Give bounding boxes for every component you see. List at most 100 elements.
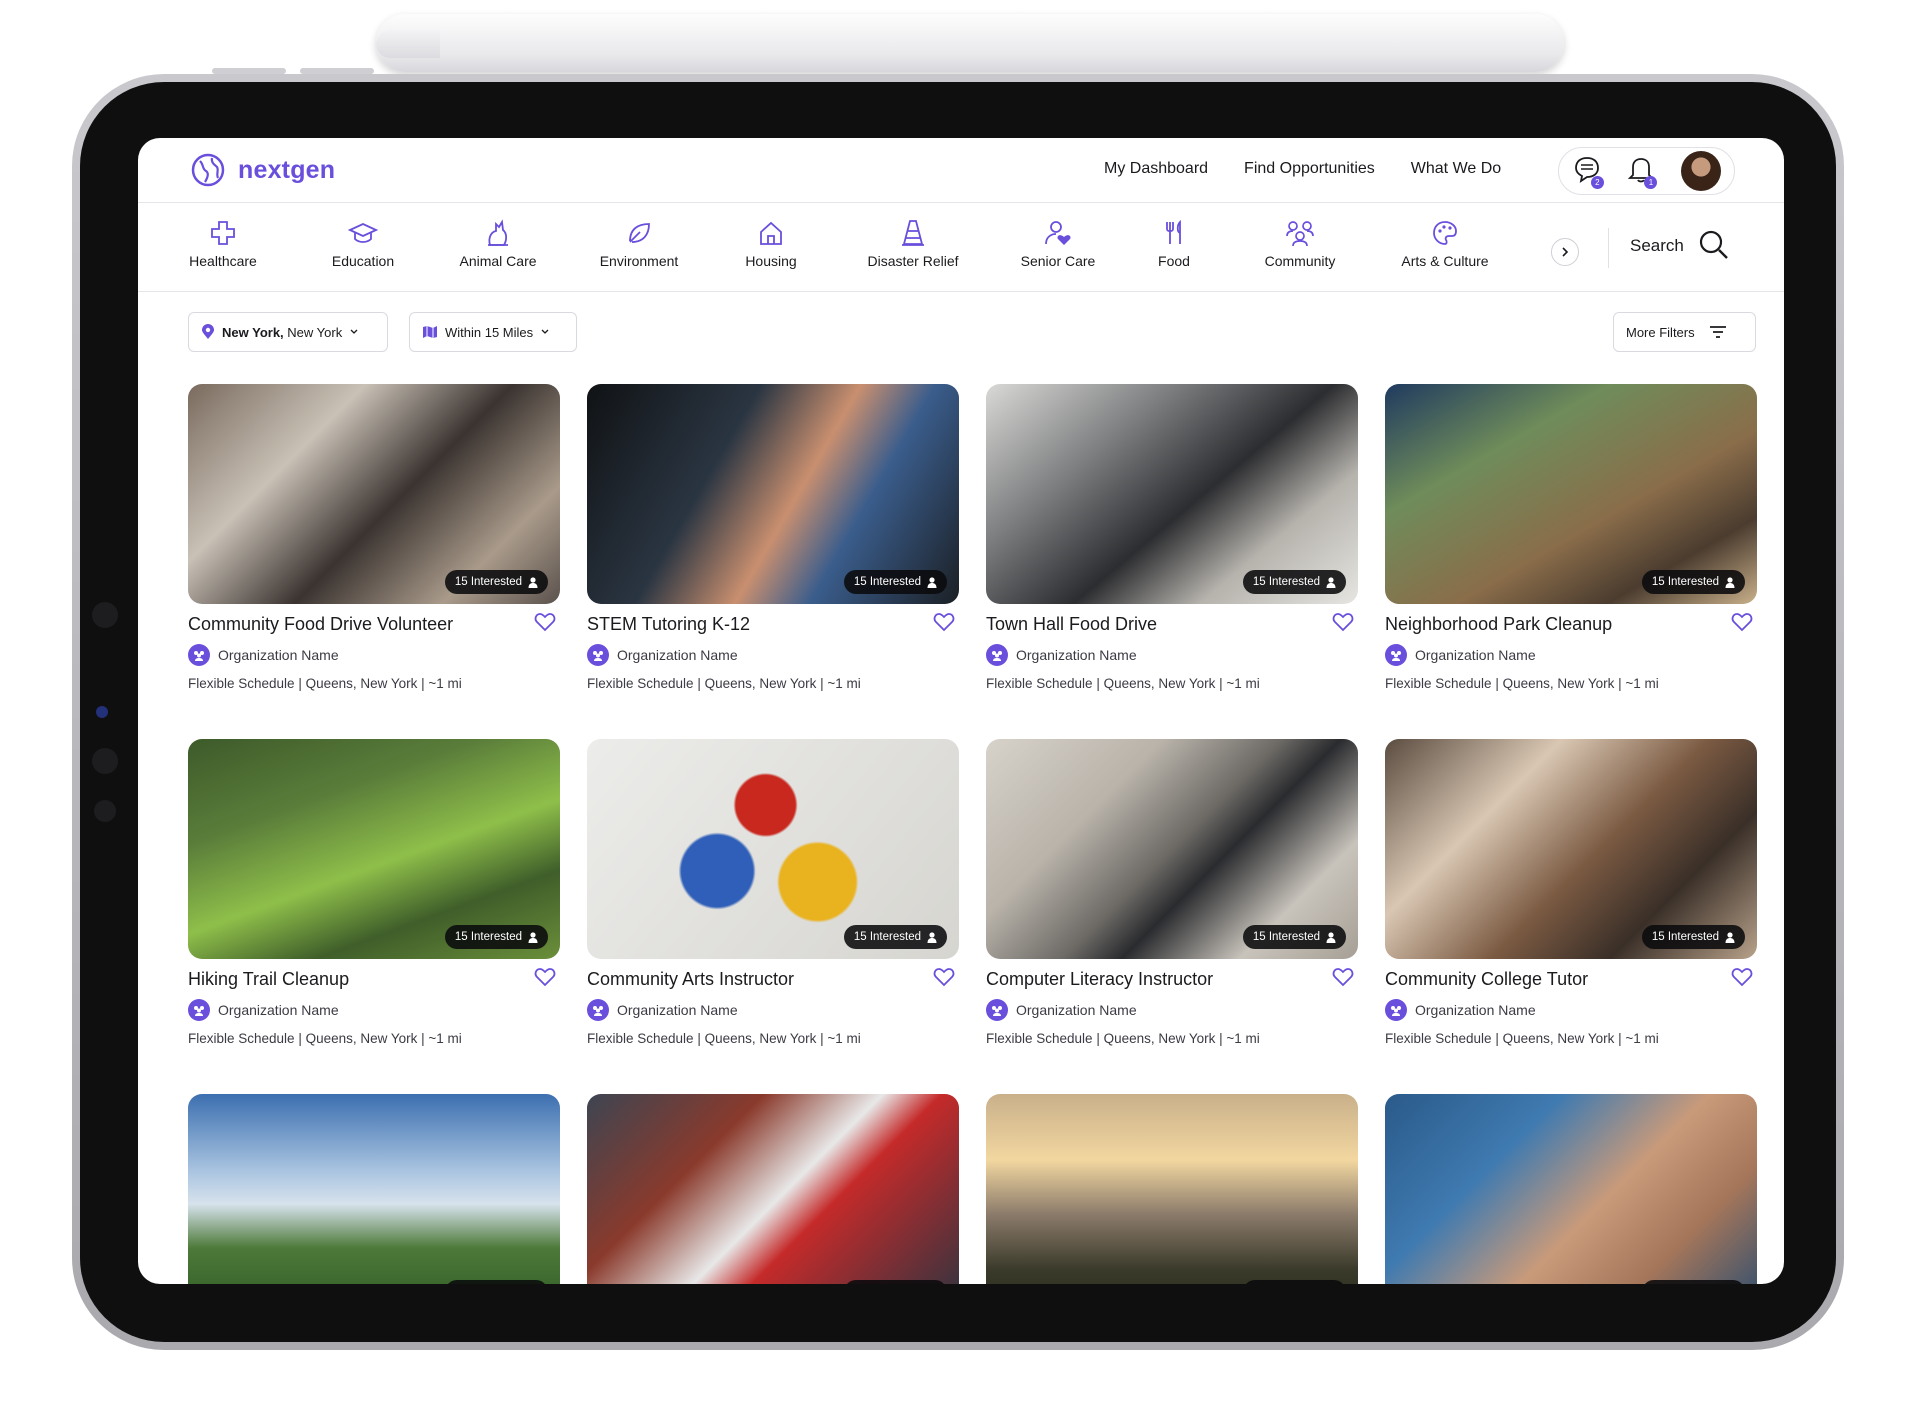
globe-logo-icon: [191, 153, 225, 187]
organization-name: Organization Name: [1415, 647, 1536, 663]
opportunity-photo[interactable]: 15 Interested: [986, 1094, 1358, 1284]
organization-row[interactable]: Organization Name: [1385, 999, 1757, 1021]
brand-logo[interactable]: nextgen: [190, 152, 335, 188]
category-label: Healthcare: [189, 253, 257, 269]
nav-my-dashboard[interactable]: My Dashboard: [1104, 160, 1208, 178]
opportunity-photo[interactable]: 15 Interested: [587, 384, 959, 604]
heart-favorite-icon[interactable]: [534, 967, 556, 987]
opportunity-card[interactable]: 15 Interested Community Food Drive Volun…: [188, 384, 560, 691]
opportunity-photo[interactable]: 15 Interested: [188, 1094, 560, 1284]
opportunity-photo[interactable]: 15 Interested: [986, 739, 1358, 959]
people-group-icon: [194, 651, 204, 661]
opportunity-title[interactable]: Computer Literacy Instructor: [986, 969, 1358, 991]
opportunity-details: Flexible Schedule | Queens, New York | ~…: [188, 1031, 462, 1046]
person-icon: [528, 576, 538, 588]
opportunity-card[interactable]: 15 Interested Town Hall Food Drive Organ…: [986, 384, 1358, 691]
user-avatar[interactable]: [1681, 151, 1722, 191]
people-group-icon: [992, 651, 1002, 661]
opportunity-title[interactable]: Community Arts Instructor: [587, 969, 959, 991]
opportunity-card[interactable]: 15 Interested: [986, 1094, 1358, 1284]
organization-row[interactable]: Organization Name: [986, 644, 1358, 666]
organization-row[interactable]: Organization Name: [188, 644, 560, 666]
people-group-icon: [992, 1006, 1002, 1016]
category-next-button[interactable]: [1551, 238, 1579, 266]
organization-name: Organization Name: [1016, 1002, 1137, 1018]
opportunity-card[interactable]: 15 Interested Community College Tutor Or…: [1385, 739, 1757, 1046]
opportunity-title[interactable]: Community Food Drive Volunteer: [188, 614, 560, 636]
category-education[interactable]: Education: [315, 217, 411, 269]
opportunity-photo[interactable]: 15 Interested: [587, 1094, 959, 1284]
organization-row[interactable]: Organization Name: [1385, 644, 1757, 666]
opportunity-card[interactable]: 15 Interested Computer Literacy Instruct…: [986, 739, 1358, 1046]
organization-row[interactable]: Organization Name: [188, 999, 560, 1021]
map-pin-icon: [202, 324, 214, 339]
distance-filter[interactable]: Within 15 Miles: [409, 312, 577, 352]
category-animal-care[interactable]: Animal Care: [448, 217, 548, 269]
opportunity-card[interactable]: 15 Interested Neighborhood Park Cleanup …: [1385, 384, 1757, 691]
camera-dot: [96, 706, 108, 718]
opportunity-title[interactable]: Town Hall Food Drive: [986, 614, 1358, 636]
opportunity-details: Flexible Schedule | Queens, New York | ~…: [1385, 676, 1659, 691]
opportunity-card[interactable]: 15 Interested: [188, 1094, 560, 1284]
opportunity-title[interactable]: STEM Tutoring K-12: [587, 614, 959, 636]
opportunity-title[interactable]: Hiking Trail Cleanup: [188, 969, 560, 991]
opportunity-card[interactable]: 15 Interested Community Arts Instructor …: [587, 739, 959, 1046]
opportunity-photo[interactable]: 15 Interested: [1385, 739, 1757, 959]
heart-favorite-icon[interactable]: [1731, 612, 1753, 632]
search-icon[interactable]: [1698, 229, 1730, 261]
opportunity-card[interactable]: 15 Interested STEM Tutoring K-12 Organiz…: [587, 384, 959, 691]
opportunity-photo[interactable]: 15 Interested: [188, 384, 560, 604]
leaf-icon: [629, 223, 650, 243]
messages-button[interactable]: 2: [1572, 154, 1604, 189]
heart-favorite-icon[interactable]: [1731, 967, 1753, 987]
map-icon: [423, 326, 437, 338]
organization-row[interactable]: Organization Name: [587, 644, 959, 666]
opportunity-card[interactable]: 15 Interested: [1385, 1094, 1757, 1284]
opportunity-card[interactable]: 15 Interested Hiking Trail Cleanup Organ…: [188, 739, 560, 1046]
category-environment[interactable]: Environment: [587, 217, 691, 269]
heart-favorite-icon[interactable]: [1332, 967, 1354, 987]
opportunity-title[interactable]: Community College Tutor: [1385, 969, 1757, 991]
heart-favorite-icon[interactable]: [933, 612, 955, 632]
heart-favorite-icon[interactable]: [534, 612, 556, 632]
category-housing[interactable]: Housing: [728, 217, 814, 269]
interested-count-badge: 15 Interested: [1641, 570, 1745, 594]
filter-lines-icon: [1709, 326, 1726, 338]
house-icon: [760, 221, 782, 245]
category-community[interactable]: Community: [1250, 217, 1350, 269]
opportunity-photo[interactable]: 15 Interested: [1385, 1094, 1757, 1284]
messages-badge: 2: [1590, 175, 1604, 189]
opportunity-title[interactable]: Neighborhood Park Cleanup: [1385, 614, 1757, 636]
camera-dot: [92, 602, 118, 628]
opportunity-photo[interactable]: 15 Interested: [188, 739, 560, 959]
category-label: Environment: [599, 253, 679, 269]
opportunity-card[interactable]: 15 Interested: [587, 1094, 959, 1284]
nav-find-opportunities[interactable]: Find Opportunities: [1244, 160, 1375, 178]
notifications-button[interactable]: 1: [1627, 154, 1658, 189]
more-filters-button[interactable]: More Filters: [1613, 312, 1756, 352]
heart-favorite-icon[interactable]: [1332, 612, 1354, 632]
organization-row[interactable]: Organization Name: [587, 999, 959, 1021]
heart-favorite-icon[interactable]: [933, 967, 955, 987]
category-senior-care[interactable]: Senior Care: [1010, 217, 1106, 269]
interested-count-badge: 15 Interested: [1641, 925, 1745, 949]
category-food[interactable]: Food: [1144, 217, 1204, 269]
opportunity-details: Flexible Schedule | Queens, New York | ~…: [986, 676, 1260, 691]
organization-name: Organization Name: [218, 1002, 339, 1018]
opportunity-photo[interactable]: 15 Interested: [1385, 384, 1757, 604]
category-label: Senior Care: [1020, 253, 1096, 269]
nav-what-we-do[interactable]: What We Do: [1411, 160, 1501, 178]
category-label: Disaster Relief: [867, 253, 959, 269]
camera-dot: [92, 748, 118, 774]
category-disaster-relief[interactable]: Disaster Relief: [852, 217, 974, 269]
category-label: Food: [1158, 253, 1190, 269]
category-arts-culture[interactable]: Arts & Culture: [1390, 217, 1500, 269]
opportunity-photo[interactable]: 15 Interested: [587, 739, 959, 959]
opportunity-photo[interactable]: 15 Interested: [986, 384, 1358, 604]
interested-count-badge: 15 Interested: [444, 1280, 548, 1284]
organization-row[interactable]: Organization Name: [986, 999, 1358, 1021]
organization-name: Organization Name: [617, 647, 738, 663]
category-healthcare[interactable]: Healthcare: [178, 217, 268, 269]
location-filter[interactable]: New York, New York: [188, 312, 388, 352]
search-button[interactable]: Search: [1630, 236, 1684, 256]
